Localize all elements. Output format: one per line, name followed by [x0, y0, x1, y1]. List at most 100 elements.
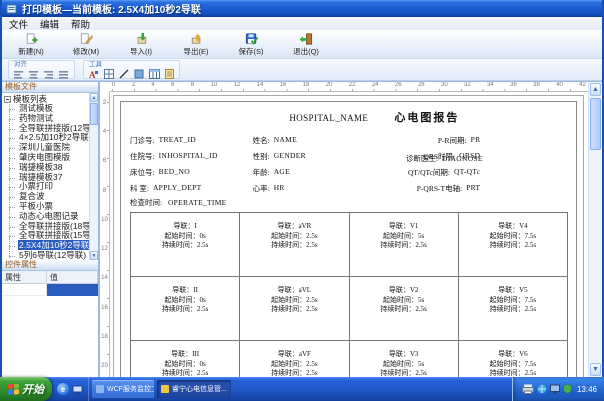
hospital-name-field[interactable]: HOSPITAL_NAME: [289, 113, 368, 123]
scroll-down-icon[interactable]: ▼: [590, 363, 601, 376]
lead-cell[interactable]: 导联：aVL 起始时间：2.5s 持续时间：2.5s: [240, 277, 349, 341]
printer-tray-icon[interactable]: [522, 384, 534, 394]
report-page[interactable]: HOSPITAL_NAME 心电图报告 门诊号:TREAT_ID 姓名:NAME…: [113, 95, 584, 377]
main-toolbar: 新建(N) 修改(M) 导入(I) 导出(E): [2, 31, 602, 59]
internet-explorer-icon[interactable]: e: [57, 383, 69, 395]
info-row: 住院号:INHOSPITAL_ID 性别:GENDER QRS时限:QRSD: [130, 148, 568, 164]
tools-group: 工具 A: [83, 60, 180, 79]
prop-col-name: 属性: [2, 271, 47, 283]
tree-scrollbar[interactable]: ▲ ▼: [89, 93, 98, 260]
align-group-title: 对齐: [14, 61, 69, 68]
import-button[interactable]: 导入(I): [118, 32, 164, 58]
property-value-cell[interactable]: [47, 284, 98, 296]
save-button[interactable]: 保存(S): [228, 32, 274, 58]
new-button[interactable]: 新建(N): [8, 32, 54, 58]
rectangle-tool-icon[interactable]: [134, 69, 144, 79]
list-tool-icon[interactable]: [165, 69, 174, 79]
taskbar-task-ecg-system[interactable]: 睿宁心电信息管...: [157, 380, 231, 398]
menu-file[interactable]: 文件: [9, 17, 28, 31]
prop-col-value: 值: [47, 271, 98, 283]
vertical-scrollbar[interactable]: ▲ ▼: [588, 82, 602, 377]
new-document-icon: [24, 33, 39, 45]
report-title[interactable]: 心电图报告: [394, 109, 459, 125]
export-arrow-icon: [189, 33, 204, 45]
tools-group-title: 工具: [89, 61, 174, 68]
property-row[interactable]: [2, 284, 98, 296]
info-row: 门诊号:TREAT_ID 姓名:NAME P-R间期:PR: [130, 132, 568, 148]
start-button[interactable]: 开始: [0, 377, 52, 401]
report-border: HOSPITAL_NAME 心电图报告 门诊号:TREAT_ID 姓名:NAME…: [120, 101, 577, 377]
text-tool-icon[interactable]: A: [89, 69, 99, 79]
sidebar: 模板文件 模板列表 测试模板 药物测试 全导联拼接版(12导联): [2, 82, 100, 377]
template-tree: 模板列表 测试模板 药物测试 全导联拼接版(12导联) 4×: [2, 93, 98, 260]
save-floppy-icon: [244, 33, 259, 45]
scroll-up-icon[interactable]: ▲: [90, 93, 98, 102]
align-right-icon[interactable]: [44, 70, 54, 79]
clock: 13:46: [577, 385, 597, 394]
app-icon: [6, 3, 18, 15]
scroll-up-icon[interactable]: ▲: [590, 83, 601, 96]
print-template-window: 打印模板—当前模板: 2.5X4加10秒2导联 文件 编辑 帮助 新建(N) 修…: [0, 0, 604, 377]
horizontal-ruler: 024681012141618202224262830323436384042: [110, 82, 588, 92]
exit-door-icon: [299, 33, 314, 45]
line-tool-icon[interactable]: [119, 69, 129, 79]
align-left-icon[interactable]: [14, 70, 24, 79]
title-bar: 打印模板—当前模板: 2.5X4加10秒2导联: [2, 0, 602, 17]
info-row: 床位号:BED_NO 年龄:AGE QT/QTc间期:QT-QTc: [130, 164, 568, 180]
system-tray: 13:46: [512, 377, 604, 401]
lead-cell[interactable]: 导联：I 起始时间：0s 持续时间：2.5s: [131, 213, 240, 277]
network-tray-icon[interactable]: [537, 384, 547, 394]
lead-cell[interactable]: 导联：III 起始时间：0s 持续时间：2.5s: [131, 341, 240, 377]
control-props-header: 控件属性: [2, 260, 98, 271]
grid-tool-icon[interactable]: [104, 69, 114, 79]
window-title: 打印模板—当前模板: 2.5X4加10秒2导联: [22, 1, 201, 16]
menu-help[interactable]: 帮助: [71, 17, 90, 31]
exit-button[interactable]: 退出(Q): [283, 32, 329, 58]
quick-launch: e: [52, 377, 89, 401]
lead-cell[interactable]: 导联：V5 起始时间：7.5s 持续时间：2.5s: [459, 277, 568, 341]
windows-flag-icon: [8, 384, 19, 395]
lead-cell[interactable]: 导联：V1 起始时间：5s 持续时间：2.5s: [350, 213, 459, 277]
property-grid: 属性 值: [2, 271, 98, 377]
export-button[interactable]: 导出(E): [173, 32, 219, 58]
show-desktop-icon[interactable]: [72, 384, 83, 395]
menu-edit[interactable]: 编辑: [40, 17, 59, 31]
task-icon: [161, 385, 169, 393]
shield-tray-icon[interactable]: [563, 384, 572, 394]
windows-taskbar: 开始 e WCF服务监控工具 睿宁心电信息管... 13:46: [0, 377, 604, 401]
lead-cell[interactable]: 导联：aVR 起始时间：2.5s 持续时间：2.5s: [240, 213, 349, 277]
svg-text:A: A: [89, 70, 96, 79]
lead-cell[interactable]: 导联：V3 起始时间：5s 持续时间：2.5s: [350, 341, 459, 377]
scroll-thumb[interactable]: [590, 98, 601, 150]
align-center-icon[interactable]: [29, 70, 39, 79]
exam-time-field[interactable]: 检查时间: OPERATE_TIME: [130, 197, 568, 210]
report-header: HOSPITAL_NAME 心电图报告: [121, 109, 576, 125]
template-files-header: 模板文件: [2, 82, 98, 93]
lead-cell[interactable]: 导联：aVF 起始时间：2.5s 持续时间：2.5s: [240, 341, 349, 377]
edit-pencil-icon: [79, 33, 94, 45]
table-tool-icon[interactable]: [149, 69, 160, 79]
lead-cell[interactable]: 导联：II 起始时间：0s 持续时间：2.5s: [131, 277, 240, 341]
secondary-toolbar: 对齐 工具 A: [2, 59, 602, 81]
taskbar-task-monitor-tool[interactable]: WCF服务监控工具: [92, 380, 154, 398]
modify-button[interactable]: 修改(M): [63, 32, 109, 58]
lead-grid: 导联：I 起始时间：0s 持续时间：2.5s 导联：aVR 起始时间：2.5s …: [130, 212, 568, 377]
diagnose-field[interactable]: 诊断医生:DIAGNOSE: [406, 153, 483, 164]
patient-info-block: 门诊号:TREAT_ID 姓名:NAME P-R间期:PR 住院号:INHOSP…: [130, 132, 568, 196]
template-tree-item[interactable]: 5列6导联(12导联): [4, 251, 89, 260]
info-row: 科 室:APPLY_DEPT 心率:HR P-QRS-T电轴:PRT: [130, 180, 568, 196]
template-tree-item[interactable]: 小票打印: [4, 182, 89, 192]
import-arrow-icon: [134, 33, 149, 45]
task-icon: [96, 385, 104, 393]
property-name-cell[interactable]: [2, 284, 47, 296]
tree-scroll-thumb[interactable]: [90, 103, 98, 125]
lead-cell[interactable]: 导联：V6 起始时间：7.5s 持续时间：2.5s: [459, 341, 568, 377]
align-justify-icon[interactable]: [59, 70, 69, 79]
design-canvas[interactable]: 024681012141618202224262830323436384042 …: [100, 82, 602, 377]
menu-bar: 文件 编辑 帮助: [2, 17, 602, 31]
lead-cell[interactable]: 导联：V4 起始时间：7.5s 持续时间：2.5s: [459, 213, 568, 277]
monitor-tray-icon[interactable]: [550, 384, 560, 394]
lead-cell[interactable]: 导联：V2 起始时间：5s 持续时间：2.5s: [350, 277, 459, 341]
scroll-down-icon[interactable]: ▼: [90, 251, 98, 260]
client-area: 模板文件 模板列表 测试模板 药物测试 全导联拼接版(12导联): [2, 81, 602, 377]
